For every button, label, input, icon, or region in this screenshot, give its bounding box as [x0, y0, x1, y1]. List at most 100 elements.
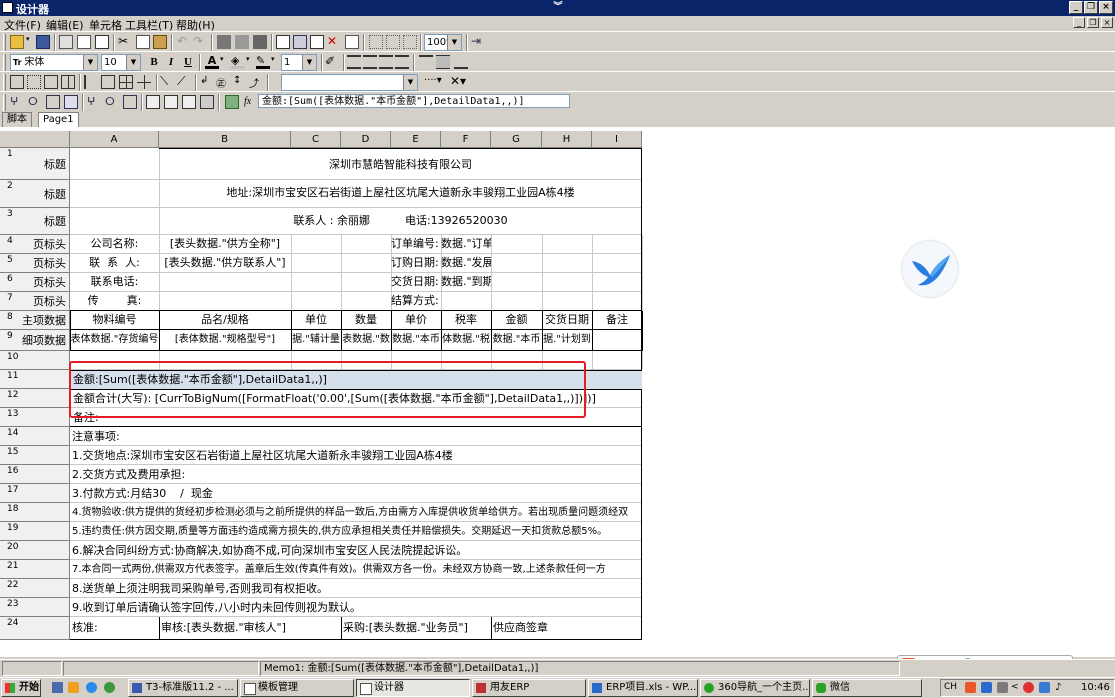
- close-button[interactable]: ×: [1099, 1, 1113, 14]
- insert-col-icon[interactable]: [310, 35, 324, 49]
- format-icon[interactable]: ㊣: [216, 75, 230, 90]
- taskbar-item-template[interactable]: 模板管理: [240, 679, 354, 697]
- grid3-icon[interactable]: [403, 35, 417, 49]
- supplier-sign-cell[interactable]: 供应商签章: [491, 618, 642, 638]
- row-header[interactable]: 15: [0, 446, 70, 465]
- row-header[interactable]: 1 标题: [0, 148, 70, 180]
- border-inner-icon[interactable]: [61, 75, 75, 89]
- grid2-icon[interactable]: [386, 35, 400, 49]
- delete-icon[interactable]: ✕: [327, 35, 341, 49]
- border-style-select[interactable]: ▼: [281, 74, 418, 91]
- label-phone[interactable]: 联系电话:: [70, 273, 159, 291]
- row-header[interactable]: 5 页标头: [0, 254, 70, 273]
- label-order-date[interactable]: 订购日期:: [391, 254, 441, 272]
- browser-icon[interactable]: [104, 682, 115, 693]
- corner-header[interactable]: [0, 131, 70, 148]
- detail-data-cell[interactable]: 据."辅计量: [291, 330, 341, 350]
- row-header[interactable]: 12: [0, 389, 70, 408]
- collapse-button[interactable]: ︾: [544, 0, 572, 14]
- row-header[interactable]: 3 标题: [0, 208, 70, 235]
- insert-row-icon[interactable]: [276, 35, 290, 49]
- field-order-no[interactable]: 数据."订单: [441, 235, 491, 253]
- save-icon[interactable]: [36, 35, 50, 49]
- mdi-close-button[interactable]: ×: [1101, 17, 1113, 28]
- detail-data-cell[interactable]: 表体数据."存货编号: [70, 330, 159, 350]
- mdi-minimize-button[interactable]: _: [1073, 17, 1085, 28]
- merge-icon[interactable]: [345, 35, 359, 49]
- field-order-date[interactable]: 数据."发展: [441, 254, 491, 272]
- review-cell[interactable]: 审核:[表头数据."审核人"]: [159, 618, 341, 638]
- row-header[interactable]: 14: [0, 427, 70, 446]
- chevron-down-icon[interactable]: ▾: [220, 55, 226, 69]
- data-field-icon[interactable]: ⵖ: [10, 95, 24, 109]
- report-header-icon[interactable]: [146, 95, 160, 109]
- col-header-a[interactable]: A: [70, 131, 159, 148]
- chevron-down-icon[interactable]: ▾: [246, 55, 252, 69]
- detail-data-cell[interactable]: 数据."本币: [391, 330, 441, 350]
- col-header-f[interactable]: F: [441, 131, 491, 148]
- label-delivery-date[interactable]: 交货日期:: [391, 273, 441, 291]
- col-header-g[interactable]: G: [491, 131, 542, 148]
- label-contact[interactable]: 联 系 人:: [70, 254, 159, 272]
- valign-top-icon[interactable]: [419, 55, 433, 69]
- page-footer-icon[interactable]: [182, 95, 196, 109]
- address-cell[interactable]: 地址:深圳市宝安区石岩街道上屋社区坑尾大道新永丰骏翔工业园A栋4楼: [159, 180, 642, 206]
- border-grid-icon[interactable]: [119, 75, 133, 89]
- dropdown-arrow-icon[interactable]: ▾: [26, 35, 32, 49]
- note-6-cell[interactable]: 6.解决合同纠纷方式:协商解决,如协商不成,可向深圳市宝安区人民法院提起诉讼。: [70, 542, 642, 560]
- line-color-icon[interactable]: ✎: [256, 55, 270, 69]
- check-icon[interactable]: [225, 95, 239, 109]
- print-preview-icon[interactable]: [77, 35, 91, 49]
- print-icon[interactable]: [59, 35, 73, 49]
- font-color-button[interactable]: A: [205, 55, 219, 69]
- note-8-cell[interactable]: 8.送货单上须注明我司采购单号,否则我司有权拒收。: [70, 580, 642, 598]
- border-box-icon[interactable]: [101, 75, 115, 89]
- detail-data-cell[interactable]: 表数据."数: [341, 330, 391, 350]
- border-none-icon[interactable]: [27, 75, 41, 89]
- note-4-cell[interactable]: 4.货物验收:供方提供的货经初步检测必须与之前所提供的样品一致后,方由需方入库提…: [70, 504, 642, 522]
- label-settlement[interactable]: 结算方式:: [391, 292, 441, 310]
- ie-icon[interactable]: [86, 682, 97, 693]
- insert-table-icon[interactable]: [293, 35, 307, 49]
- detail-data-cell[interactable]: [表体数据."规格型号"]: [159, 330, 291, 350]
- row-header[interactable]: 4 页标头: [0, 235, 70, 254]
- align-center-icon[interactable]: [363, 55, 377, 69]
- text-dir-icon[interactable]: ↕: [233, 75, 247, 89]
- copy-icon[interactable]: [136, 35, 150, 49]
- bring-front-icon[interactable]: [217, 35, 231, 49]
- row-header[interactable]: 22: [0, 579, 70, 598]
- label-fax[interactable]: 传 真:: [70, 292, 159, 310]
- clear-border-icon[interactable]: ✕▾: [450, 75, 470, 89]
- detail-data-cell[interactable]: 据."计划到: [542, 330, 592, 350]
- valign-middle-icon[interactable]: [436, 55, 450, 69]
- taskbar-item-360[interactable]: 360导航_一个主页...: [700, 679, 810, 697]
- note-1-cell[interactable]: 1.交货地点:深圳市宝安区石岩街道上屋社区坑尾大道新永丰骏翔工业园A栋4楼: [70, 447, 642, 465]
- underline-button[interactable]: U: [181, 55, 195, 69]
- row-header[interactable]: 16: [0, 465, 70, 484]
- purchaser-cell[interactable]: 采购:[表头数据."业务员"]: [341, 618, 491, 638]
- note-2-cell[interactable]: 2.交货方式及费用承担:: [70, 466, 642, 484]
- line-style-icon[interactable]: ····▾: [424, 75, 444, 89]
- align-justify-icon[interactable]: [395, 55, 409, 69]
- detail-header-cell[interactable]: 交货日期: [542, 311, 592, 329]
- maximize-button[interactable]: ❐: [1084, 1, 1098, 14]
- row-header[interactable]: 8 主项数据: [0, 311, 70, 330]
- row-header[interactable]: 6 页标头: [0, 273, 70, 292]
- col-header-b[interactable]: B: [159, 131, 291, 148]
- col-header-h[interactable]: H: [542, 131, 592, 148]
- rotate-icon[interactable]: ⤴: [249, 75, 263, 90]
- detail-data-cell[interactable]: 数据."本币: [491, 330, 542, 350]
- line-width-select[interactable]: 1 ▼: [281, 54, 317, 71]
- band-icon[interactable]: [123, 95, 137, 109]
- language-indicator[interactable]: CH: [944, 682, 957, 692]
- field-supplier-contact[interactable]: [表头数据."供方联系人"]: [159, 254, 291, 272]
- group-icon[interactable]: [253, 35, 267, 49]
- row-header[interactable]: 11: [0, 370, 70, 389]
- printer-tray-icon[interactable]: [997, 682, 1008, 693]
- field-link-icon[interactable]: ⵖ: [87, 95, 101, 109]
- border-left-icon[interactable]: [84, 75, 98, 89]
- undo-icon[interactable]: ↶: [177, 35, 191, 49]
- exit-design-icon[interactable]: ⇥: [471, 35, 485, 49]
- row-header[interactable]: 10: [0, 351, 70, 370]
- italic-button[interactable]: I: [164, 55, 178, 69]
